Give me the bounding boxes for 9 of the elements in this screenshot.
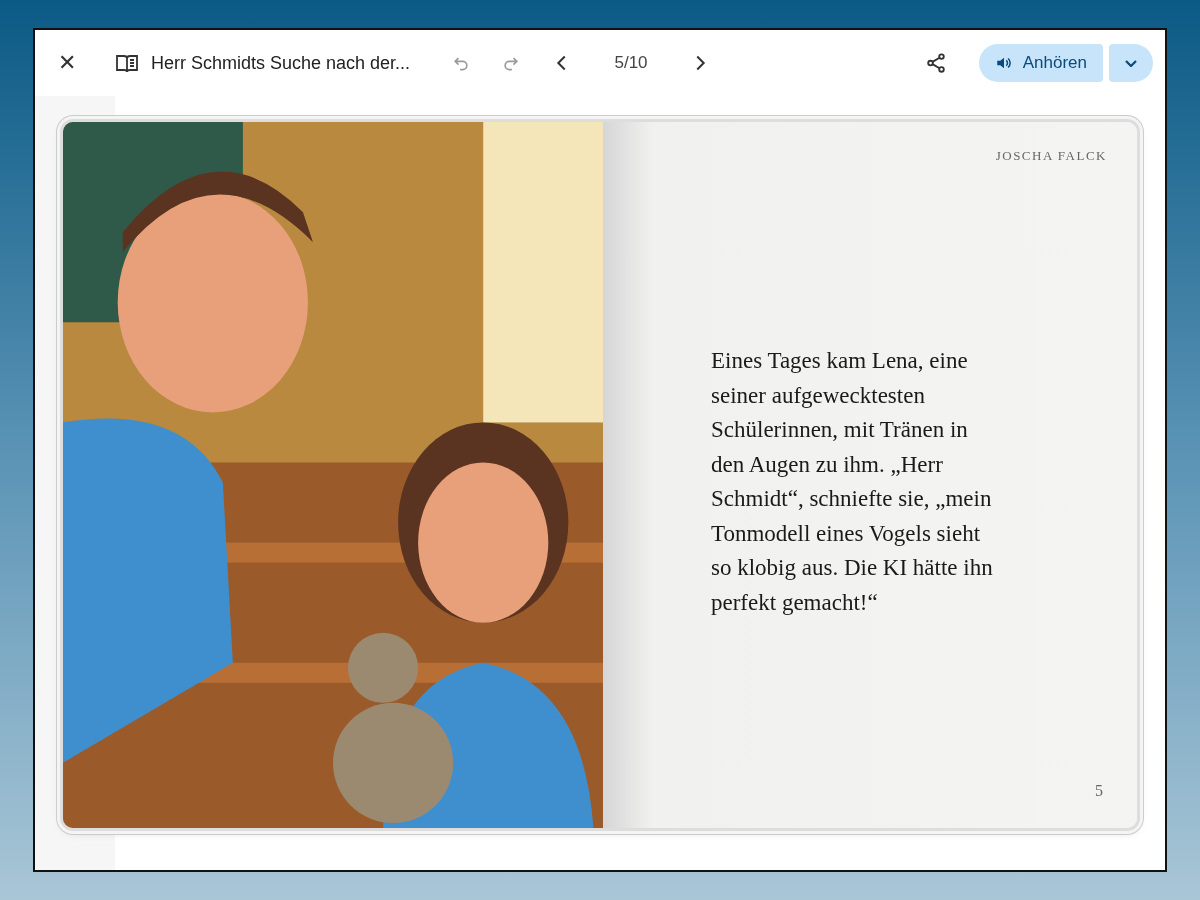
page-number: 5 xyxy=(1095,782,1103,800)
share-icon xyxy=(924,52,947,74)
story-text: Eines Tages kam Lena, eine seiner aufgewecktesten Schülerinnen, mit Tränen in den Augen zu ihm. „Herr Schmidt“, schniefte sie, „mein Tonmodell eines Vogels sieht so klobig aus. Die KI hätte ihn perfekt gemacht!“ xyxy=(711,347,994,617)
author-name: JOSCHA FALCK xyxy=(995,148,1107,164)
book-title: Herr Schmidts Suche nach der... xyxy=(151,52,412,74)
listen-button[interactable]: Anhören xyxy=(978,44,1103,82)
page-indicator: 5/10 xyxy=(613,53,649,73)
close-button[interactable]: ✕ xyxy=(49,46,85,80)
caret-icon xyxy=(1125,59,1137,67)
